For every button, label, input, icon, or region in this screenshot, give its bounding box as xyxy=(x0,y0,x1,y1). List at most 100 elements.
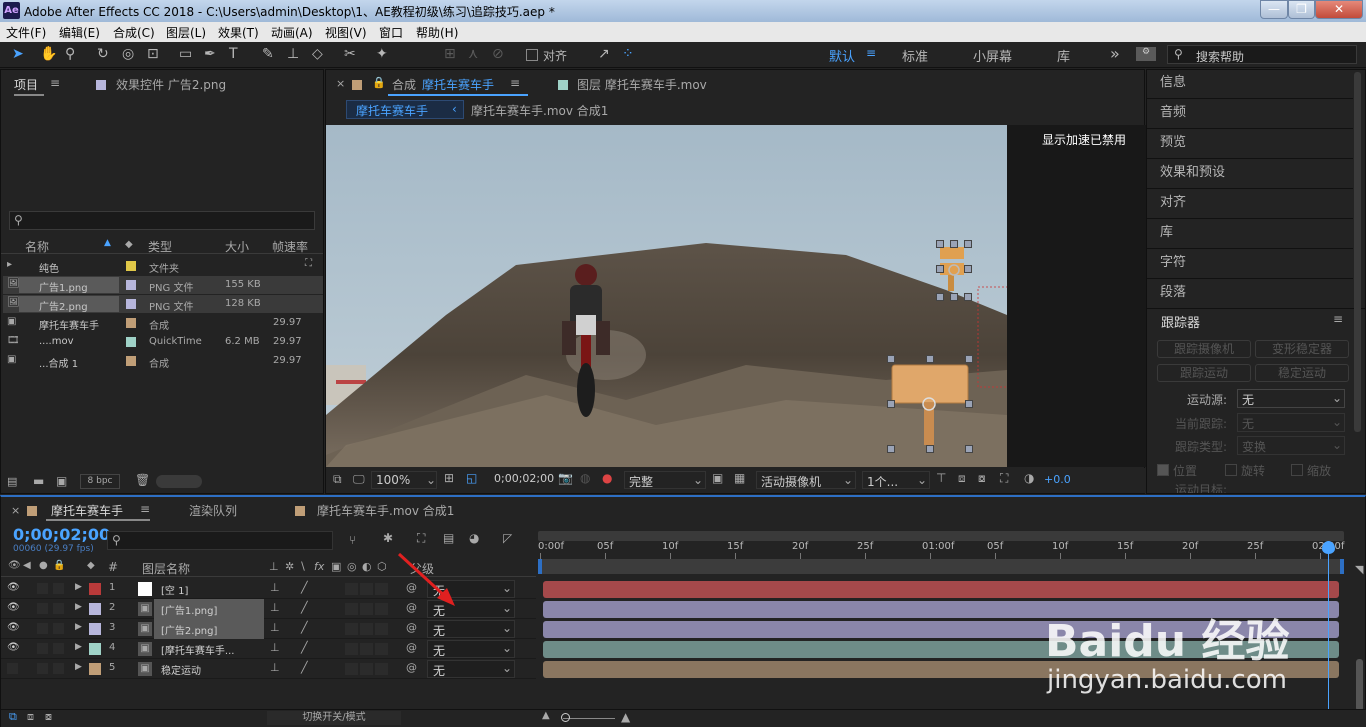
eye-icon[interactable]: 👁 xyxy=(7,602,20,613)
zoom-slider[interactable] xyxy=(563,718,615,719)
panel-header-2[interactable]: 预览 xyxy=(1147,130,1353,159)
camera-dropdown[interactable]: 活动摄像机 ⌄ xyxy=(756,471,856,489)
adjustment-switch-icon[interactable]: ◐ xyxy=(362,560,372,573)
lock-toggle[interactable] xyxy=(53,643,64,654)
lock-toggle[interactable] xyxy=(53,623,64,634)
switch-cell[interactable] xyxy=(345,663,358,675)
transform-handle[interactable] xyxy=(936,293,944,301)
lock-toggle[interactable] xyxy=(53,663,64,674)
timeline-timecode[interactable]: 0;00;02;00 xyxy=(13,525,110,544)
sync-settings-icon[interactable]: ⚙ xyxy=(1136,47,1156,61)
resolution-dropdown[interactable]: 完整 ⌄ xyxy=(624,471,706,489)
pick-whip-icon[interactable]: @ xyxy=(406,661,417,674)
expand-triangle-icon[interactable]: ▶ xyxy=(75,602,82,612)
switch-cell[interactable] xyxy=(345,643,358,655)
switch-cell[interactable] xyxy=(375,583,388,595)
expand-triangle-icon[interactable]: ▶ xyxy=(75,582,82,592)
work-area-end-handle[interactable] xyxy=(1340,559,1344,574)
interpret-footage-icon[interactable]: ▤ xyxy=(7,475,17,488)
shy-icon[interactable]: ⊥ xyxy=(270,661,280,674)
layer-row[interactable]: 👁 ▶ 4 ▣ [摩托车赛车手... ⊥ ╱ @ 无 ⌄ xyxy=(1,639,536,659)
zoom-in-icon[interactable]: ▲ xyxy=(621,710,630,724)
label-column-icon[interactable]: ◆ xyxy=(87,560,95,571)
zoom-dropdown[interactable]: 100% ⌄ xyxy=(371,471,437,489)
pen-tool-icon[interactable]: ✒ xyxy=(204,46,216,62)
solo-toggle[interactable] xyxy=(37,663,48,674)
pick-whip-icon[interactable]: @ xyxy=(406,641,417,654)
label-swatch[interactable] xyxy=(89,643,101,655)
label-swatch[interactable] xyxy=(89,583,101,595)
transparency-grid-icon[interactable]: ▦ xyxy=(734,471,745,485)
parent-dropdown[interactable]: 无⌄ xyxy=(427,620,515,638)
quality-icon[interactable]: ╱ xyxy=(301,621,308,634)
project-item[interactable]: 🖼 广告1.png PNG 文件 155 KB xyxy=(3,276,323,294)
local-axis-icon[interactable]: ⊞ xyxy=(444,46,456,62)
workspace-small-screen[interactable]: 小屏幕 xyxy=(973,46,1012,65)
solo-toggle[interactable] xyxy=(37,643,48,654)
eye-toggle-off[interactable] xyxy=(7,663,18,674)
snap-target-icon[interactable]: ⁘ xyxy=(622,46,634,62)
solo-icon[interactable]: ● xyxy=(39,560,48,571)
work-area[interactable] xyxy=(538,559,1344,574)
close-tab-icon[interactable]: × xyxy=(336,77,345,90)
layer-name[interactable]: [广告2.png] xyxy=(161,622,217,637)
panel-header-4[interactable]: 对齐 xyxy=(1147,190,1353,219)
motion-blur-switch-icon[interactable]: ◎ xyxy=(347,560,357,573)
menu-layer[interactable]: 图层(L) xyxy=(166,24,206,41)
playhead-handle[interactable] xyxy=(1322,541,1335,554)
flowchart-icon[interactable]: ⛶ xyxy=(305,258,312,269)
shy-icon[interactable]: ⊥ xyxy=(270,621,280,634)
lock-icon[interactable]: 🔒 xyxy=(372,76,386,89)
label-swatch[interactable] xyxy=(89,663,101,675)
label-swatch[interactable] xyxy=(89,623,101,635)
panel-header-1[interactable]: 音频 xyxy=(1147,100,1353,129)
3d-switch-icon[interactable]: ⬡ xyxy=(377,560,387,573)
switch-cell[interactable] xyxy=(345,603,358,615)
zoom-tool-icon[interactable]: ⚲ xyxy=(65,46,75,62)
hand-tool-icon[interactable]: ✋ xyxy=(40,46,57,62)
av-features-icon[interactable]: 👁 xyxy=(8,560,21,571)
label-swatch[interactable] xyxy=(89,603,101,615)
world-axis-icon[interactable]: ⋏ xyxy=(468,46,478,62)
current-track-dropdown[interactable]: 无 ⌄ xyxy=(1237,413,1345,432)
switch-cell[interactable] xyxy=(345,583,358,595)
transform-handle[interactable] xyxy=(950,293,958,301)
zoom-slider-thumb[interactable] xyxy=(561,713,570,722)
bit-depth-button[interactable]: 8 bpc xyxy=(80,474,120,489)
motion-source-dropdown[interactable]: 无 ⌄ xyxy=(1237,389,1345,408)
rotate-tool-icon[interactable]: ↻ xyxy=(97,46,109,62)
type-tool-icon[interactable]: T xyxy=(229,46,238,62)
safe-margins-icon[interactable]: ⊞ xyxy=(444,471,454,485)
project-search-input[interactable]: ⚲ xyxy=(9,211,315,230)
toggle-pixel-aspect-icon[interactable]: ⊤ xyxy=(936,471,946,485)
rectangle-tool-icon[interactable]: ▭ xyxy=(179,46,192,62)
track-type-dropdown[interactable]: 变换 ⌄ xyxy=(1237,436,1345,455)
transfer-controls-icon[interactable]: ⧈ xyxy=(27,710,34,724)
breadcrumb-active[interactable]: 摩托车赛车手 ‹ xyxy=(346,100,464,119)
roto-brush-icon[interactable]: ✂ xyxy=(344,46,356,62)
panel-header-7[interactable]: 段落 xyxy=(1147,280,1353,309)
collapse-switch-icon[interactable]: ✲ xyxy=(285,560,294,573)
draft-3d-icon[interactable]: ✱ xyxy=(383,531,393,545)
pan-behind-icon[interactable]: ⊡ xyxy=(147,46,159,62)
switch-cell[interactable] xyxy=(360,623,373,635)
timeline-nav-icon[interactable]: ◥ xyxy=(1355,563,1363,576)
position-checkbox[interactable] xyxy=(1157,464,1169,476)
always-preview-icon[interactable]: ⧉ xyxy=(333,472,342,487)
layer-name[interactable]: 稳定运动 xyxy=(161,662,201,677)
eraser-tool-icon[interactable]: ◇ xyxy=(312,46,323,62)
views-dropdown[interactable]: 1个... ⌄ xyxy=(862,471,930,489)
stabilize-motion-button[interactable]: 稳定运动 xyxy=(1255,364,1349,382)
tab-effect-controls[interactable]: 效果控件 广告2.png xyxy=(116,76,226,93)
comp-menu-icon[interactable]: ≡ xyxy=(510,76,520,90)
new-composition-icon[interactable]: ▣ xyxy=(56,474,67,488)
warp-stabilizer-button[interactable]: 变形稳定器 xyxy=(1255,340,1349,358)
frame-blending-icon[interactable]: ▤ xyxy=(443,531,454,545)
color-channels-icon[interactable]: ● xyxy=(602,471,612,485)
switch-cell[interactable] xyxy=(360,583,373,595)
project-item[interactable]: ▸ 纯色 文件夹 ⛶ xyxy=(3,257,323,275)
solo-toggle[interactable] xyxy=(37,603,48,614)
column-type[interactable]: 类型 xyxy=(148,238,172,255)
expand-triangle-icon[interactable]: ▶ xyxy=(75,662,82,672)
tab-layer-view[interactable]: 图层 摩托车赛车手.mov xyxy=(577,76,707,93)
